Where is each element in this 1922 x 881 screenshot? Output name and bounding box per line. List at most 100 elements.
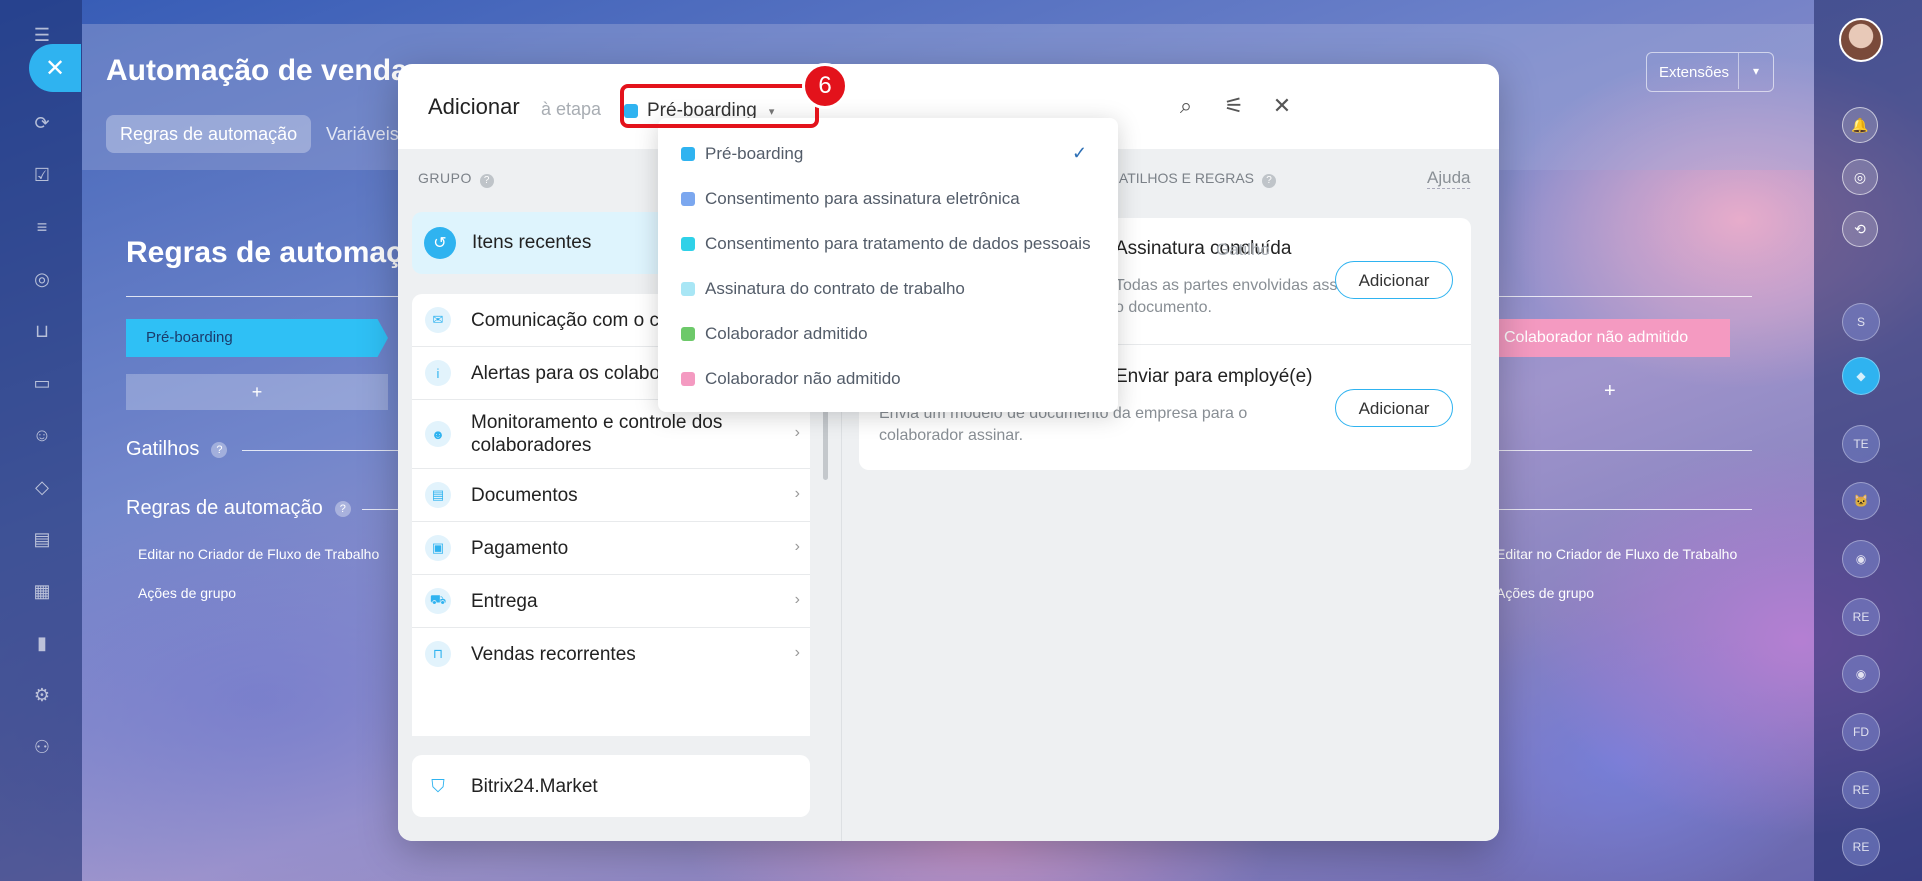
group-item[interactable]: ⛟ Entrega › bbox=[412, 575, 810, 628]
group-item[interactable]: ▤ Documentos › bbox=[412, 469, 810, 522]
add-item-button[interactable]: Adicionar bbox=[1335, 261, 1453, 299]
help-link[interactable]: Ajuda bbox=[1427, 168, 1471, 189]
stage-option-label: Assinatura do contrato de trabalho bbox=[705, 278, 965, 298]
stage-color-marker bbox=[681, 191, 695, 206]
stage-option-label: Colaborador admitido bbox=[705, 323, 868, 343]
add-item-button[interactable]: Adicionar bbox=[1335, 389, 1453, 427]
chart-icon[interactable]: ▮ bbox=[27, 628, 57, 658]
stage-color-marker bbox=[681, 326, 695, 341]
item-tag: Gatilho bbox=[1216, 240, 1270, 259]
stage-option-label: Consentimento para tratamento de dados p… bbox=[705, 233, 1091, 253]
target-icon[interactable]: ◎ bbox=[27, 264, 57, 294]
close-slider-button[interactable]: ✕ bbox=[29, 44, 81, 92]
card-icon[interactable]: ▭ bbox=[27, 368, 57, 398]
stage-option[interactable]: Pré-boarding ✓ bbox=[658, 131, 1118, 176]
people-icon: ☻ bbox=[425, 421, 451, 447]
chevron-down-icon[interactable]: ▾ bbox=[1738, 53, 1773, 89]
copilot-icon[interactable]: ◎ bbox=[1842, 159, 1878, 195]
group-item-label: Entrega bbox=[471, 591, 538, 612]
extensions-button[interactable]: Extensões ▾ bbox=[1646, 52, 1774, 92]
recent-items-label: Itens recentes bbox=[472, 232, 592, 253]
filter-icon[interactable]: ⚟ bbox=[1220, 92, 1248, 120]
stage-dropdown: Pré-boarding ✓ Consentimento para assina… bbox=[658, 118, 1118, 412]
group-item-label: Documentos bbox=[471, 485, 578, 506]
stage-option-label: Pré-boarding bbox=[705, 143, 804, 163]
bookmark-icon[interactable]: ◆ bbox=[1842, 357, 1880, 395]
add-stage-button[interactable]: + bbox=[126, 374, 388, 410]
apps-icon[interactable]: ⚇ bbox=[27, 732, 57, 762]
crm-icon[interactable]: ⟳ bbox=[27, 108, 57, 138]
box-icon[interactable]: ◇ bbox=[27, 472, 57, 502]
chevron-right-icon: › bbox=[794, 644, 800, 661]
add-stage-button-right[interactable]: + bbox=[1604, 380, 1616, 403]
tab-automation-rules[interactable]: Regras de automação bbox=[106, 115, 312, 153]
building-icon[interactable]: ▤ bbox=[27, 524, 57, 554]
help-icon[interactable]: ? bbox=[1262, 174, 1276, 188]
group-actions-link[interactable]: Ações de grupo bbox=[138, 585, 236, 601]
info-icon: i bbox=[425, 360, 451, 386]
avatar-s[interactable]: S bbox=[1842, 303, 1880, 341]
item-title: Enviar para employé(e) bbox=[1115, 366, 1313, 387]
market-group[interactable]: ⛉ Bitrix24.Market bbox=[412, 755, 810, 817]
stage-option[interactable]: Colaborador não admitido bbox=[658, 356, 1118, 401]
stage-option[interactable]: Consentimento para assinatura eletrônica bbox=[658, 176, 1118, 221]
help-icon[interactable]: ? bbox=[479, 174, 494, 188]
group-label: GRUPO? bbox=[418, 170, 494, 188]
search-icon[interactable]: ⌕ bbox=[1172, 92, 1200, 120]
stage-color-marker bbox=[681, 371, 695, 386]
stage-option[interactable]: Colaborador admitido bbox=[658, 311, 1118, 356]
tasks-icon[interactable]: ☑ bbox=[27, 160, 57, 190]
items-label: GATILHOS E REGRAS? bbox=[1108, 170, 1276, 188]
avatar-fd[interactable]: FD bbox=[1842, 713, 1880, 751]
edit-in-workflow-link-right[interactable]: Editar no Criador de Fluxo de Trabalho bbox=[1496, 546, 1737, 562]
group-item[interactable]: ▣ Pagamento › bbox=[412, 522, 810, 575]
stage-color-marker bbox=[681, 236, 695, 251]
cart-icon[interactable]: ⊔ bbox=[27, 316, 57, 346]
highlight-annotation bbox=[620, 84, 819, 128]
cat-avatar[interactable]: 🐱 bbox=[1842, 482, 1880, 520]
truck-icon: ⛟ bbox=[425, 588, 451, 614]
item-description: o documento. bbox=[1115, 299, 1212, 316]
document-icon: ▤ bbox=[425, 482, 451, 508]
market-bag-icon: ⛉ bbox=[431, 775, 445, 796]
history-icon: ↺ bbox=[424, 227, 456, 259]
channel-icon[interactable]: ◉ bbox=[1842, 540, 1880, 578]
market-label: Bitrix24.Market bbox=[471, 776, 598, 797]
channel-icon-2[interactable]: ◉ bbox=[1842, 655, 1880, 693]
stage-option-label: Consentimento para assinatura eletrônica bbox=[705, 188, 1020, 208]
chat-icon: ✉ bbox=[425, 307, 451, 333]
extensions-label: Extensões bbox=[1659, 63, 1730, 81]
wallet-icon: ▣ bbox=[425, 535, 451, 561]
user-avatar[interactable] bbox=[1839, 18, 1883, 62]
stage-option[interactable]: Assinatura do contrato de trabalho bbox=[658, 266, 1118, 311]
stage-column-not-hired[interactable]: Colaborador não admitido bbox=[1488, 319, 1730, 357]
calendar-icon[interactable]: ▦ bbox=[27, 576, 57, 606]
robot-icon[interactable]: ☺ bbox=[27, 420, 57, 450]
stage-option[interactable]: Consentimento para tratamento de dados p… bbox=[658, 221, 1118, 266]
item-description: colaborador assinar. bbox=[879, 427, 1024, 444]
group-item[interactable]: ⊓ Vendas recorrentes › bbox=[412, 628, 810, 680]
sync-icon[interactable]: ⟲ bbox=[1842, 211, 1878, 247]
group-actions-link-right[interactable]: Ações de grupo bbox=[1496, 585, 1594, 601]
checkmark-icon: ✓ bbox=[1072, 143, 1088, 163]
group-item-label: Monitoramento e controle dos colaborador… bbox=[471, 412, 723, 456]
rules-label: Regras de automação? bbox=[126, 497, 351, 520]
avatar-re-2[interactable]: RE bbox=[1842, 771, 1880, 809]
dialog-title: Adicionar bbox=[428, 94, 520, 119]
funnel-icon[interactable]: ≡ bbox=[27, 212, 57, 242]
edit-in-workflow-link[interactable]: Editar no Criador de Fluxo de Trabalho bbox=[138, 546, 379, 562]
group-item-label: Pagamento bbox=[471, 538, 569, 559]
close-icon[interactable]: ✕ bbox=[1268, 92, 1296, 120]
bell-icon[interactable]: 🔔 bbox=[1842, 107, 1878, 143]
help-icon[interactable]: ? bbox=[334, 500, 351, 517]
tab-variables[interactable]: Variáveis bbox=[326, 115, 399, 153]
stage-option-label: Colaborador não admitido bbox=[705, 368, 901, 388]
settings-icon[interactable]: ⚙ bbox=[27, 680, 57, 710]
help-icon[interactable]: ? bbox=[211, 441, 228, 458]
avatar-re-3[interactable]: RE bbox=[1842, 828, 1880, 866]
stage-column-preboarding[interactable]: Pré-boarding bbox=[126, 319, 388, 357]
triggers-label: Gatilhos? bbox=[126, 438, 228, 461]
stage-prefix: à etapa bbox=[541, 99, 602, 119]
avatar-te[interactable]: TE bbox=[1842, 425, 1880, 463]
avatar-re[interactable]: RE bbox=[1842, 598, 1880, 636]
